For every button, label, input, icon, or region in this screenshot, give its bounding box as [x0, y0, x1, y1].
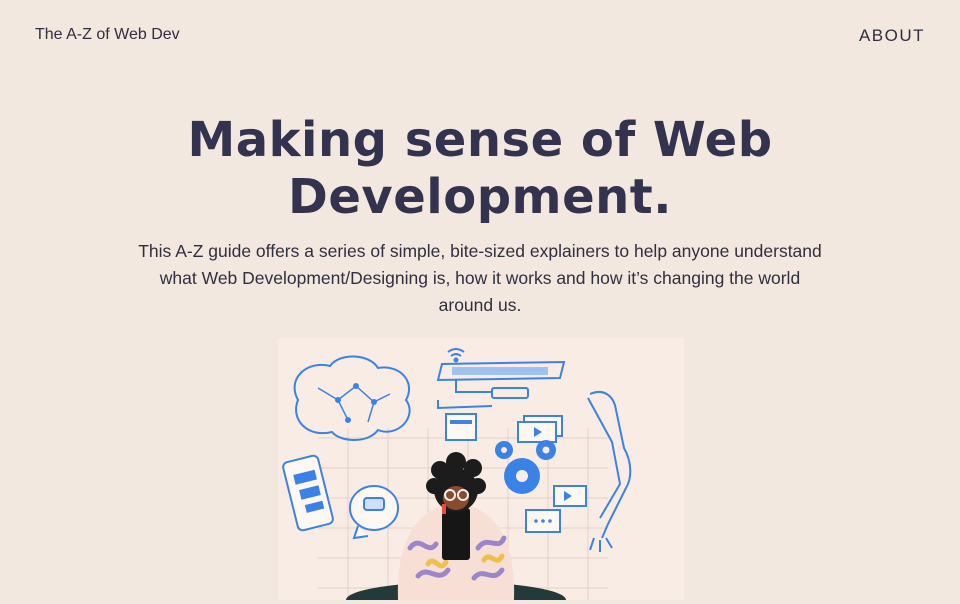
wifi-icon	[447, 348, 465, 363]
browser-window-icon	[445, 413, 477, 441]
top-nav: The A-Z of Web Dev ABOUT	[0, 0, 960, 72]
phone-icon	[282, 454, 334, 532]
hero-intro-text: This A-Z guide offers a series of simple…	[138, 241, 822, 315]
hero-title-line-2: Development.	[288, 169, 672, 225]
web-dev-illustration-svg	[282, 348, 632, 604]
hero-title: Making sense of Web Development.	[0, 112, 960, 226]
chat-bubble-icon	[525, 485, 587, 533]
hero-title-line-1: Making sense of Web	[187, 112, 773, 168]
gear-icon	[495, 440, 556, 494]
hero-illustration	[278, 338, 684, 604]
robot-head-icon	[349, 485, 399, 540]
site-brand-link[interactable]: The A-Z of Web Dev	[35, 26, 180, 44]
video-window-icon	[517, 415, 563, 443]
brain-icon	[293, 355, 411, 441]
about-link[interactable]: ABOUT	[859, 26, 925, 46]
